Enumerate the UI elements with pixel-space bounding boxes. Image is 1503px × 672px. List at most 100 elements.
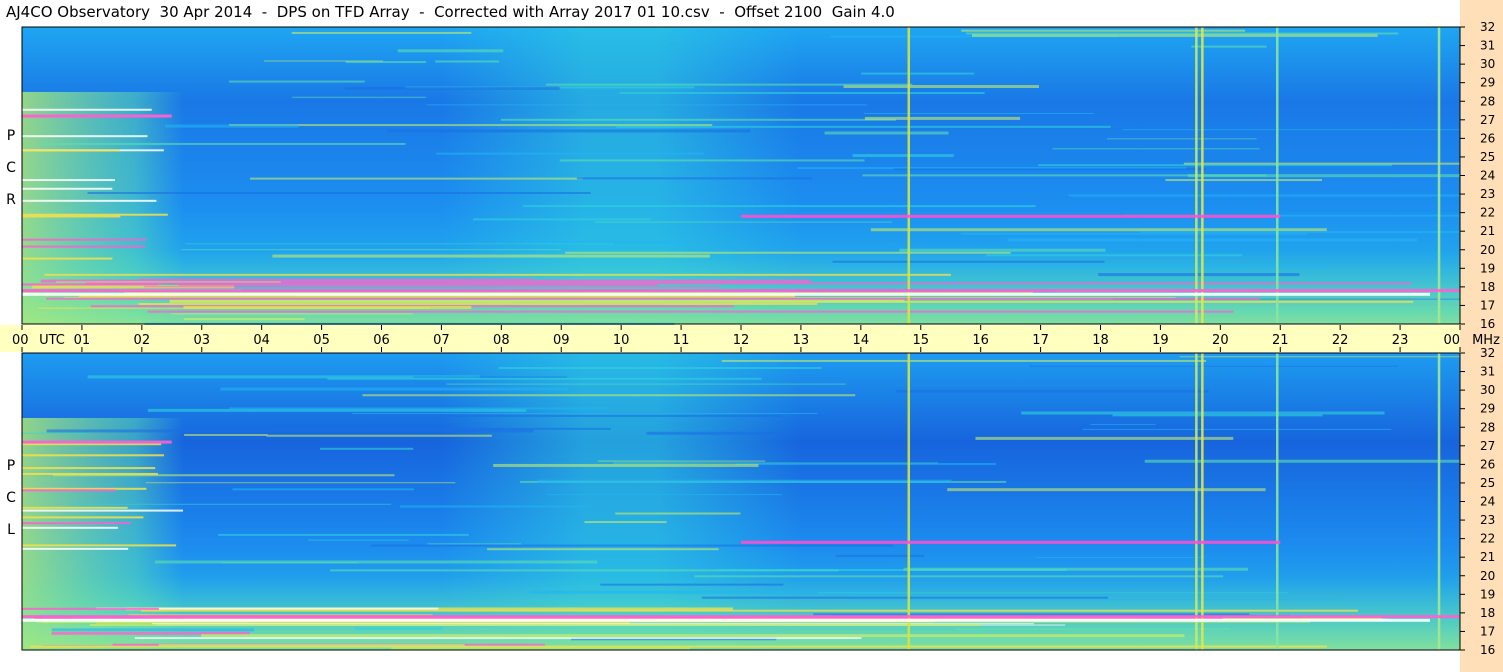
lcp-night-hot-line: [22, 472, 158, 475]
rcp-texture-stripe: [595, 221, 893, 223]
lcp-freq-tick-label: 17: [1480, 624, 1495, 638]
rcp-texture-stripe: [523, 205, 1036, 208]
rcp-texture-stripe: [960, 232, 1308, 235]
lcp-freq-tick-label: 32: [1480, 346, 1495, 360]
time-tick-label: 11: [673, 333, 690, 348]
rcp-freq-tick-label: 20: [1480, 243, 1495, 257]
lcp-texture-stripe: [1029, 365, 1399, 367]
rcp-texture-stripe: [185, 243, 615, 245]
rcp-texture-stripe: [292, 96, 427, 98]
rcp-freq-tick-label: 19: [1480, 261, 1495, 275]
rcp-horizontal-signal: [741, 214, 1281, 218]
rcp-interference-stripe: [138, 302, 818, 305]
rcp-freq-tick-label: 26: [1480, 131, 1495, 145]
rcp-freq-tick-label: 23: [1480, 187, 1495, 201]
rcp-interference-stripe: [144, 286, 720, 288]
time-tick-label: 16: [972, 333, 989, 348]
time-tick-label: 05: [313, 333, 330, 348]
time-tick-label: 10: [613, 333, 630, 348]
time-tick-label: 08: [493, 333, 510, 348]
lcp-night-hot-line: [22, 467, 156, 470]
time-tick-label: 07: [433, 333, 450, 348]
rcp-night-hot-line: [22, 257, 113, 260]
lcp-night-hot-line: [22, 509, 184, 512]
spectrogram-chart: 32 31 30 29 28 27 26 25 24 23 22 21 20 19 18 17 16 32 31 30…: [0, 20, 1500, 657]
lcp-horizontal-signal: [22, 615, 1460, 619]
time-tick-label: 14: [853, 333, 870, 348]
rcp-texture-stripe: [899, 248, 1106, 252]
lcp-freq-tick-label: 26: [1480, 457, 1495, 471]
rcp-texture-stripe: [522, 240, 688, 244]
lcp-interference-stripe: [158, 644, 465, 648]
lcp-freq-tick-label: 16: [1480, 643, 1495, 657]
time-tick-label: 20: [1212, 333, 1229, 348]
rcp-texture-stripe: [1098, 273, 1300, 277]
lcp-night-hot-line: [22, 516, 144, 519]
rcp-texture-stripe: [1165, 179, 1322, 182]
rcp-freq-tick-label: 21: [1480, 224, 1495, 238]
lcp-texture-stripe: [413, 376, 568, 378]
rcp-texture-stripe: [852, 154, 954, 158]
lcp-texture-stripe: [538, 479, 952, 483]
lcp-texture-stripe: [232, 488, 414, 491]
lcp-texture-stripe: [947, 488, 1266, 492]
time-tick-label: 09: [553, 333, 570, 348]
rcp-freq-tick-label: 27: [1480, 113, 1495, 127]
lcp-freq-tick-label: 24: [1480, 495, 1495, 509]
rcp-freq-tick-label: 17: [1480, 298, 1495, 312]
rcp-texture-stripe: [824, 265, 1330, 268]
lcp-texture-stripe: [446, 383, 846, 385]
lcp-texture-stripe: [835, 554, 925, 557]
rcp-texture-stripe: [228, 124, 713, 127]
lcp-freq-tick-label: 20: [1480, 569, 1495, 583]
lcp-texture-stripe: [218, 533, 469, 536]
rcp-freq-tick-label: 16: [1480, 317, 1495, 331]
lcp-night-hot-line: [22, 547, 129, 550]
time-tick-label: 12: [733, 333, 750, 348]
lcp-freq-tick-label: 22: [1480, 532, 1495, 546]
lcp-texture-stripe: [701, 596, 1109, 599]
rcp-texture-stripe: [344, 86, 560, 90]
lcp-texture-stripe: [269, 427, 611, 430]
lcp-texture-stripe: [1144, 459, 1460, 463]
rcp-texture-stripe: [832, 260, 1105, 263]
rcp-texture-stripe: [473, 218, 651, 221]
lcp-texture-stripe: [375, 414, 782, 417]
lcp-freq-tick-label: 30: [1480, 383, 1495, 397]
rcp-texture-stripe: [545, 83, 913, 86]
lcp-night-hot-line: [22, 544, 177, 547]
lcp-interference-stripe: [201, 634, 1185, 638]
lcp-texture-stripe: [600, 583, 784, 586]
rcp-texture-stripe: [263, 60, 383, 62]
rcp-night-hot-line: [22, 149, 120, 152]
lcp-texture-stripe: [1090, 423, 1156, 425]
lcp-texture-stripe: [615, 512, 741, 515]
lcp-texture-stripe: [1179, 356, 1460, 358]
rcp-horizontal-signal: [22, 114, 172, 118]
lcp-texture-stripe: [975, 436, 1234, 440]
lcp-freq-tick-label: 31: [1480, 365, 1495, 379]
lcp-texture-stripe: [399, 505, 591, 508]
rcp-texture-stripe: [291, 31, 472, 34]
rcp-night-hot-line: [22, 179, 116, 182]
rcp-horizontal-signal: [22, 289, 1460, 293]
time-tick-label: 23: [1392, 333, 1409, 348]
lcp-freq-tick-label: 18: [1480, 606, 1495, 620]
lcp-texture-stripe: [370, 544, 894, 547]
lcp-texture-stripe: [584, 521, 667, 524]
rcp-texture-stripe: [397, 49, 504, 53]
rcp-freq-tick-label: 22: [1480, 206, 1495, 220]
rcp-freq-tick-label: 25: [1480, 150, 1495, 164]
lcp-freq-tick-label: 28: [1480, 420, 1495, 434]
time-tick-label: 01: [74, 333, 91, 348]
lcp-freq-tick-label: 23: [1480, 513, 1495, 527]
lcp-texture-stripe: [352, 412, 818, 414]
rcp-texture-stripe: [435, 60, 499, 63]
lcp-texture-stripe: [362, 394, 856, 397]
time-axis-strip: [0, 325, 1460, 352]
lcp-texture-stripe: [1082, 428, 1392, 430]
rcp-texture-stripe: [619, 92, 985, 95]
rcp-texture-stripe: [863, 113, 1094, 115]
lcp-freq-tick-label: 19: [1480, 587, 1495, 601]
rcp-freq-tick-label: 32: [1480, 20, 1495, 34]
